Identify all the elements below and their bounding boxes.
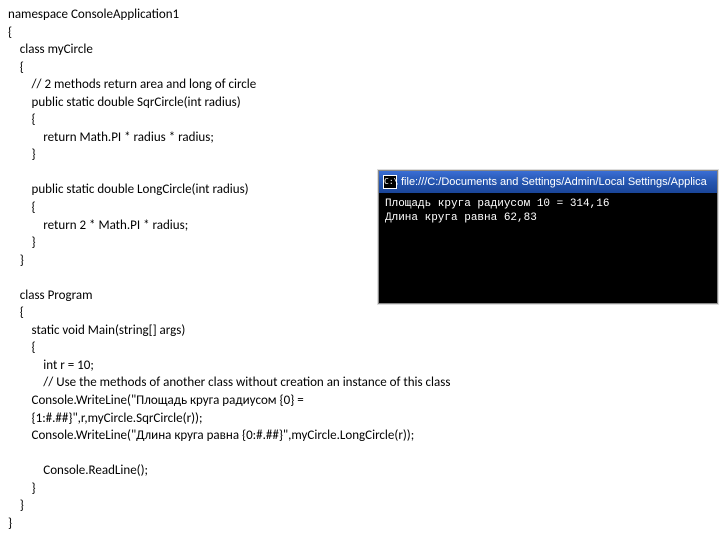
console-window: C:\ file:///C:/Documents and Settings/Ad… (378, 170, 718, 304)
console-titlebar: C:\ file:///C:/Documents and Settings/Ad… (379, 171, 717, 193)
console-icon: C:\ (383, 175, 397, 189)
console-output: Площадь круга радиусом 10 = 314,16 Длина… (379, 193, 717, 303)
console-title: file:///C:/Documents and Settings/Admin/… (401, 175, 707, 190)
